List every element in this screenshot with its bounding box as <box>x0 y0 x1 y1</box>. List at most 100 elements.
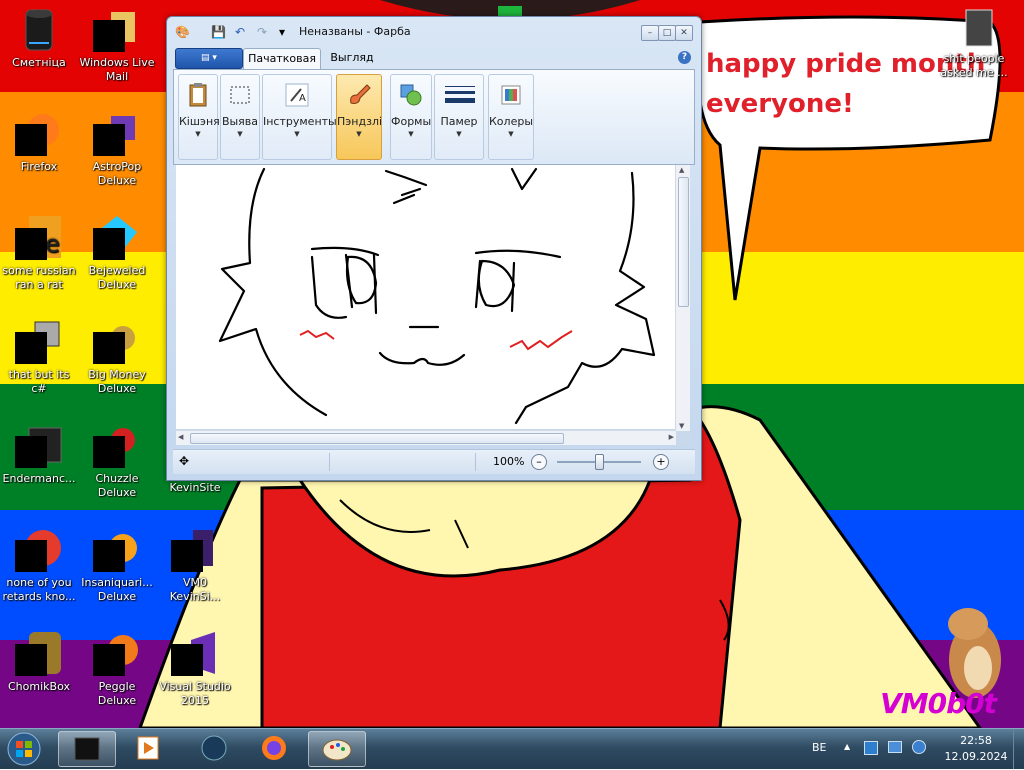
chuzzle-icon <box>93 422 141 470</box>
visual-studio-icon <box>171 630 219 678</box>
taskbar-item-media-player[interactable] <box>120 731 176 765</box>
bejeweled-icon <box>93 214 141 262</box>
ribbon-group-colors[interactable]: Колеры ▼ <box>488 74 534 160</box>
desktop-icon-vm0-kevinsite[interactable]: VM0 KevinSi... <box>157 526 233 604</box>
desktop-icon-chomikbox[interactable]: ChomikBox <box>1 630 77 694</box>
desktop-icon-chuzzle[interactable]: Chuzzle Deluxe <box>79 422 155 500</box>
horizontal-scroll-thumb[interactable] <box>190 433 564 444</box>
globe-icon <box>201 735 227 761</box>
brush-icon <box>350 84 371 104</box>
redo-icon[interactable]: ↷ <box>255 25 269 39</box>
zoom-level: 100% <box>493 455 525 468</box>
desktop-icon-peggle[interactable]: Peggle Deluxe <box>79 630 155 708</box>
network-icon[interactable] <box>864 741 878 755</box>
customize-toolbar-icon[interactable]: ▾ <box>275 25 289 39</box>
ribbon-group-image[interactable]: Выява ▼ <box>220 74 260 160</box>
desktop-icon-visual-studio[interactable]: Visual Studio 2015 <box>157 630 233 708</box>
vertical-scrollbar[interactable]: ▲ ▼ <box>675 165 690 431</box>
chevron-down-icon: ▼ <box>237 130 243 138</box>
taskbar: BE ▲ 22:58 12.09.2024 <box>0 728 1024 769</box>
recycle-bin-icon <box>15 6 63 54</box>
zoom-in-button[interactable]: + <box>653 454 669 470</box>
firefox-icon <box>262 736 286 760</box>
tab-view[interactable]: Выгляд <box>323 48 381 68</box>
paint-menu-button[interactable]: ▤ ▾ <box>175 48 243 69</box>
canvas-area: ▲ ▼ ◀ ▶ <box>176 165 690 445</box>
app-icon <box>15 422 63 470</box>
zoom-slider-thumb[interactable] <box>595 454 604 470</box>
system-tray: BE ▲ 22:58 12.09.2024 <box>806 729 1024 769</box>
ribbon-group-clipboard[interactable]: Кішэня ▼ <box>178 74 220 160</box>
desktop-icon-endermanch[interactable]: Endermanc... <box>1 422 77 486</box>
app-icon: e <box>15 214 63 262</box>
title-bar[interactable]: 🎨 💾 ↶ ↷ ▾ Неназваны - Фарба – □ ✕ <box>167 17 701 45</box>
show-desktop-button[interactable] <box>1013 729 1024 769</box>
language-indicator[interactable]: BE <box>812 741 827 754</box>
scroll-down-icon[interactable]: ▼ <box>679 422 684 430</box>
folder-icon <box>950 6 998 50</box>
canvas-drawing <box>218 167 656 425</box>
desktop-icon-some-russian[interactable]: e some russian ran a rat <box>1 214 77 292</box>
desktop-icon-astropop[interactable]: AstroPop Deluxe <box>79 110 155 188</box>
taskbar-item-firefox[interactable] <box>246 731 302 765</box>
zoom-out-button[interactable]: – <box>531 454 547 470</box>
ribbon-group-size[interactable]: Памер ▼ <box>434 74 484 160</box>
colors-icon <box>501 85 521 105</box>
astropop-icon <box>93 110 141 158</box>
media-player-icon <box>137 736 159 760</box>
paint-app-icon[interactable]: 🎨 <box>175 25 190 39</box>
chevron-down-icon: ▼ <box>356 130 362 138</box>
chevron-down-icon: ▼ <box>195 130 201 138</box>
taskbar-item-app[interactable] <box>58 731 116 767</box>
chevron-down-icon: ▼ <box>508 130 514 138</box>
save-icon[interactable]: 💾 <box>211 25 226 39</box>
insaniquarium-icon <box>93 526 141 574</box>
vertical-scroll-thumb[interactable] <box>678 177 689 307</box>
desktop-icon-bejeweled[interactable]: Bejeweled Deluxe <box>79 214 155 292</box>
desktop-icon-that-but-its-csharp[interactable]: that but its c# <box>1 318 77 396</box>
maximize-button[interactable]: □ <box>658 25 676 41</box>
minimize-button[interactable]: – <box>641 25 659 41</box>
horizontal-scrollbar[interactable]: ◀ ▶ <box>176 430 676 445</box>
ribbon-group-shapes[interactable]: Формы ▼ <box>390 74 432 160</box>
desktop-icon-shit-people-asked[interactable]: shit people asked me ... <box>936 6 1012 80</box>
desktop-icon-recycle-bin[interactable]: Сметніца <box>1 6 77 70</box>
clipboard-icon <box>189 83 207 107</box>
desktop-icon-windows-live-mail[interactable]: Windows Live Mail <box>79 6 155 84</box>
app-icon <box>15 526 63 574</box>
chomikbox-icon <box>15 630 63 678</box>
desktop-icon-big-money[interactable]: Big Money Deluxe <box>79 318 155 396</box>
volume-icon[interactable] <box>912 740 926 754</box>
start-button[interactable] <box>4 731 44 767</box>
size-icon <box>445 86 475 103</box>
scroll-left-icon[interactable]: ◀ <box>178 433 183 441</box>
desktop-icon-none-of-you[interactable]: none of you retards kno... <box>1 526 77 604</box>
svg-text:A: A <box>299 93 306 104</box>
ribbon-group-brushes[interactable]: Пэндзлі ▼ <box>336 74 382 160</box>
tab-home[interactable]: Пачатковая <box>243 48 321 69</box>
close-button[interactable]: ✕ <box>675 25 693 41</box>
drawing-canvas[interactable] <box>176 165 676 429</box>
show-hidden-icons-icon[interactable]: ▲ <box>844 742 850 751</box>
taskbar-item-browser[interactable] <box>186 731 242 765</box>
status-bar: ✥ 100% – + <box>173 449 695 474</box>
window-title: Неназваны - Фарба <box>299 25 411 38</box>
money-bag-icon <box>93 318 141 366</box>
help-icon[interactable]: ? <box>678 51 691 64</box>
scroll-right-icon[interactable]: ▶ <box>669 433 674 441</box>
desktop-icon-firefox[interactable]: Firefox <box>1 110 77 174</box>
paint-window[interactable]: 🎨 💾 ↶ ↷ ▾ Неназваны - Фарба – □ ✕ ▤ ▾ Па… <box>166 16 702 481</box>
ribbon-group-tools[interactable]: A Інструменты ▼ <box>262 74 337 160</box>
firefox-icon <box>15 110 63 158</box>
shapes-icon <box>400 84 422 106</box>
undo-icon[interactable]: ↶ <box>233 25 247 39</box>
taskbar-item-paint[interactable] <box>308 731 366 767</box>
windows-logo-icon <box>7 732 41 766</box>
desktop-icon-insaniquarium[interactable]: Insaniquari... Deluxe <box>79 526 155 604</box>
action-center-icon[interactable] <box>888 741 902 753</box>
cursor-position-icon: ✥ <box>179 454 190 468</box>
clock[interactable]: 22:58 12.09.2024 <box>936 733 1016 765</box>
clock-time: 22:58 <box>960 734 992 747</box>
scroll-up-icon[interactable]: ▲ <box>679 166 684 174</box>
status-separator <box>329 453 330 471</box>
